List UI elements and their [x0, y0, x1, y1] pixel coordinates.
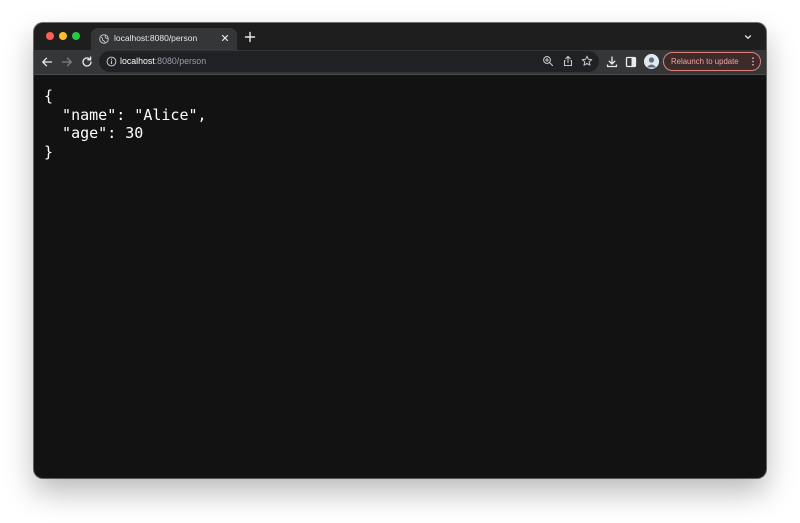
- window-minimize-button[interactable]: [59, 32, 67, 40]
- json-line: {: [44, 87, 54, 105]
- avatar[interactable]: [644, 54, 659, 69]
- more-vert-icon[interactable]: [751, 57, 755, 66]
- side-panel-icon[interactable]: [624, 55, 638, 69]
- browser-toolbar: localhost:8080/person Relaunch to update: [34, 50, 766, 75]
- json-response: { "name": "Alice", "age": 30}: [44, 87, 207, 161]
- url-path: :8080/person: [154, 56, 207, 66]
- url-host: localhost: [120, 56, 155, 66]
- globe-icon: [99, 34, 109, 44]
- chevron-down-icon[interactable]: [743, 32, 753, 42]
- json-line: "name": "Alice",: [44, 105, 207, 124]
- tab-title: localhost:8080/person: [114, 33, 198, 43]
- profile-icon: [644, 54, 659, 69]
- relaunch-label: Relaunch to update: [671, 57, 739, 66]
- json-line: }: [44, 142, 54, 161]
- browser-window: localhost:8080/person localhost:8080/per…: [34, 23, 766, 478]
- tab-close-icon[interactable]: [219, 32, 231, 44]
- bookmark-star-icon[interactable]: [581, 55, 593, 67]
- share-icon[interactable]: [562, 55, 574, 67]
- forward-arrow-icon[interactable]: [60, 55, 74, 69]
- info-icon[interactable]: [106, 56, 117, 67]
- relaunch-to-update-button[interactable]: Relaunch to update: [663, 52, 761, 71]
- window-zoom-button[interactable]: [72, 32, 80, 40]
- json-line: "age": 30: [44, 124, 144, 142]
- page-content: { "name": "Alice", "age": 30}: [34, 75, 766, 478]
- new-tab-icon[interactable]: [244, 31, 256, 43]
- reload-icon[interactable]: [80, 55, 94, 69]
- window-close-button[interactable]: [46, 32, 54, 40]
- tab-strip: localhost:8080/person: [34, 23, 766, 50]
- address-bar[interactable]: localhost:8080/person: [99, 51, 599, 72]
- download-icon[interactable]: [605, 55, 619, 69]
- zoom-icon[interactable]: [542, 55, 554, 67]
- tab-active[interactable]: localhost:8080/person: [91, 28, 237, 50]
- back-arrow-icon[interactable]: [40, 55, 54, 69]
- url-text[interactable]: localhost:8080/person: [120, 56, 206, 66]
